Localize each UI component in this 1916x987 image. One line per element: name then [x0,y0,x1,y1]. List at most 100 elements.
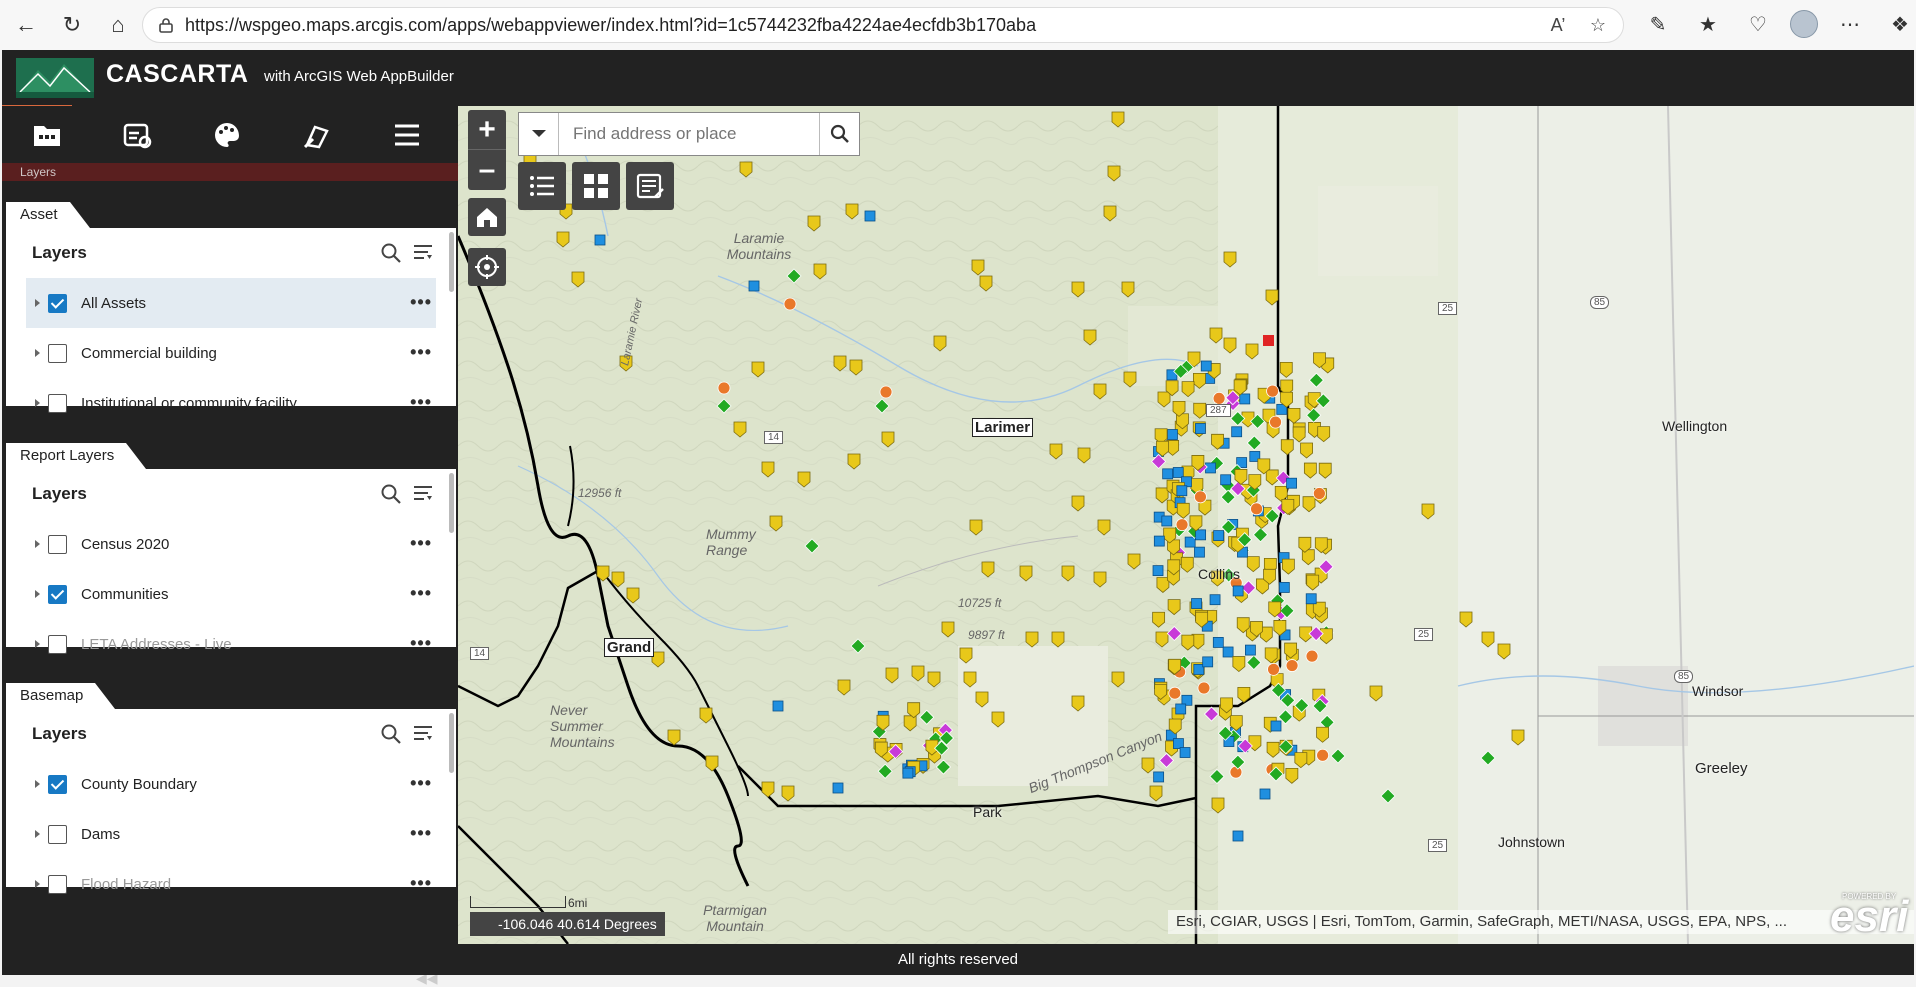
report-button[interactable] [626,162,674,210]
favorites-icon[interactable]: ★ [1690,6,1726,42]
read-aloud-icon[interactable]: A’ [1547,14,1569,36]
layer-visibility-checkbox[interactable] [48,293,67,313]
asset-marker-yellow [1232,656,1246,673]
layer-row[interactable]: Dams ••• [26,809,436,859]
asset-marker-yellow [1181,381,1195,398]
layer-options-icon[interactable]: ••• [410,633,432,654]
layer-name: Institutional or community facility [81,394,297,412]
asset-marker-blue [1173,738,1184,749]
group-tab[interactable]: Basemap [6,683,116,709]
asset-marker-yellow [1155,631,1169,648]
label-mummy-range: Mummy Range [706,526,756,558]
home-button[interactable] [468,198,506,236]
expand-caret-icon[interactable] [35,349,40,357]
layer-visibility-checkbox[interactable] [48,534,67,554]
layer-row[interactable]: Communities ••• [26,569,436,619]
group-scrollbar[interactable] [449,473,454,533]
layer-visibility-checkbox[interactable] [48,343,67,363]
filter-list-icon[interactable] [412,723,434,745]
layer-options-icon[interactable]: ••• [410,873,432,894]
expand-caret-icon[interactable] [35,780,40,788]
expand-caret-icon[interactable] [35,399,40,407]
asset-marker-yellow [927,671,941,688]
search-icon[interactable] [380,483,402,505]
palette-icon [215,122,239,147]
asset-marker-green [1252,527,1269,543]
copilot-icon[interactable]: ❖ [1882,6,1916,42]
expand-caret-icon[interactable] [35,830,40,838]
expand-caret-icon[interactable] [35,640,40,648]
asset-marker-yellow [847,453,861,470]
layer-row[interactable]: LETA Addresses - Live ••• [26,619,436,669]
layer-options-icon[interactable]: ••• [410,292,432,313]
layer-list-button[interactable] [518,162,566,210]
expand-caret-icon[interactable] [35,540,40,548]
favorite-star-icon[interactable]: ☆ [1587,14,1609,36]
search-source-dropdown[interactable] [519,113,559,155]
group-scrollbar[interactable] [449,713,454,773]
asset-marker-blue [1195,423,1206,434]
zoom-out-button[interactable]: – [468,150,506,190]
search-button[interactable] [819,113,859,155]
filter-list-icon[interactable] [412,483,434,505]
zoom-in-button[interactable]: + [468,110,506,150]
group-tab[interactable]: Report Layers [6,443,147,469]
layer-options-icon[interactable]: ••• [410,392,432,413]
draw-tab[interactable] [272,106,362,163]
layer-options-icon[interactable]: ••• [410,583,432,604]
asset-marker-blue [1213,530,1225,541]
layer-row[interactable]: Institutional or community facility ••• [26,378,436,428]
asset-marker-yellow [1369,685,1383,702]
filter-list-icon[interactable] [412,242,434,264]
asset-marker-blue [1172,467,1184,478]
layer-options-icon[interactable]: ••• [410,342,432,363]
grid-view-button[interactable] [572,162,620,210]
layer-options-icon[interactable]: ••• [410,533,432,554]
address-bar[interactable]: https://wspgeo.maps.arcgis.com/apps/weba… [142,7,1624,43]
menu-dots-icon[interactable]: ⋯ [1832,6,1868,42]
asset-marker-blue [1209,594,1221,606]
layers-tab[interactable] [2,106,92,163]
health-icon[interactable]: ♡ [1740,6,1776,42]
expand-caret-icon[interactable] [35,880,40,888]
extensions-icon[interactable]: ✎ [1640,6,1676,42]
basemap-tab[interactable] [182,106,272,163]
asset-marker-yellow [1107,165,1121,182]
asset-marker-blue [1305,593,1317,605]
expand-caret-icon[interactable] [35,590,40,598]
asset-marker-orange [1266,384,1279,398]
asset-marker-yellow [571,271,585,288]
home-icon[interactable]: ⌂ [98,5,138,45]
layer-row[interactable]: Flood Hazard ••• [26,859,436,909]
layer-visibility-checkbox[interactable] [48,874,67,894]
group-tab[interactable]: Asset [6,202,89,228]
layer-visibility-checkbox[interactable] [48,824,67,844]
search-icon[interactable] [380,723,402,745]
layers-sidebar: Layers Asset Layers All Assets ••• Commercia… [2,106,458,986]
search-input[interactable] [559,114,819,154]
expand-caret-icon[interactable] [35,299,40,307]
asset-marker-yellow [1294,752,1308,769]
search-icon[interactable] [380,242,402,264]
coordinate-readout[interactable]: -106.046 40.614 Degrees [470,912,665,936]
legend-tab[interactable] [92,106,182,163]
layer-options-icon[interactable]: ••• [410,823,432,844]
map-view[interactable]: Larimer Grand Laramie Mountains Mummy Ra… [458,106,1914,944]
layer-row[interactable]: All Assets ••• [26,278,436,328]
layer-row[interactable]: Census 2020 ••• [26,519,436,569]
locate-button[interactable] [468,248,506,286]
layer-row[interactable]: Commercial building ••• [26,328,436,378]
more-tab[interactable] [362,106,452,163]
layer-visibility-checkbox[interactable] [48,393,67,413]
asset-marker-yellow [626,587,640,604]
profile-avatar[interactable] [1790,10,1818,38]
layer-options-icon[interactable]: ••• [410,773,432,794]
back-icon[interactable]: ← [6,5,46,45]
asset-marker-yellow [1234,469,1248,485]
layer-visibility-checkbox[interactable] [48,634,67,654]
refresh-icon[interactable]: ↻ [52,5,92,45]
layer-row[interactable]: County Boundary ••• [26,759,436,809]
layer-visibility-checkbox[interactable] [48,584,67,604]
group-scrollbar[interactable] [449,232,454,292]
layer-visibility-checkbox[interactable] [48,774,67,794]
